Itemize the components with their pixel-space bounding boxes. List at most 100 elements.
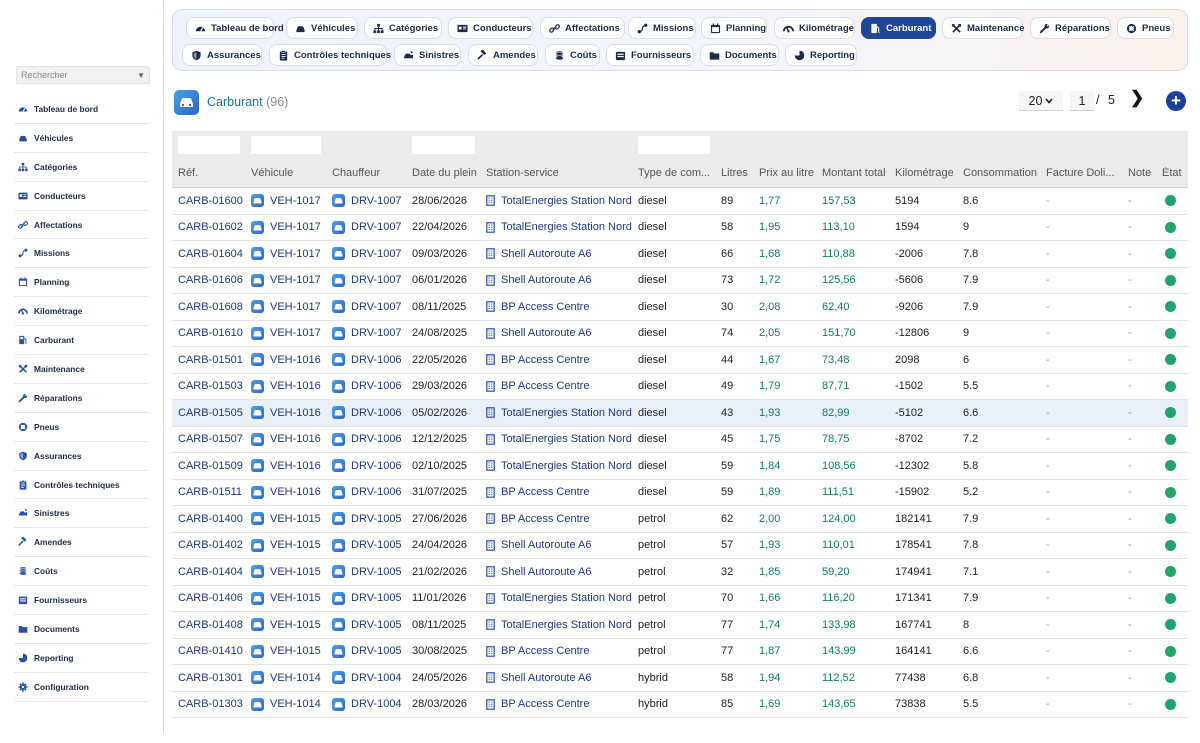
vehicle-link[interactable]: VEH-1016 [251, 485, 326, 499]
fuel-ref-link[interactable]: CARB-01600 [178, 195, 243, 207]
sidebar-item-warehouse[interactable]: Fournisseurs [14, 586, 148, 616]
station-link[interactable]: BP Access Centre [486, 513, 632, 525]
station-link[interactable]: Shell Autoroute A6 [486, 672, 632, 684]
tab-route[interactable]: Missions [628, 17, 696, 39]
table-row[interactable]: CARB-01604 VEH-1017 DRV-1007 09/03/2026 Shel… [172, 241, 1188, 268]
tab-clipboard[interactable]: Contrôles techniques [269, 44, 391, 66]
sidebar-item-gauge[interactable]: Kilométrage [14, 297, 148, 327]
table-row[interactable]: CARB-01600 VEH-1017 DRV-1007 28/06/2026 Tota… [172, 188, 1188, 215]
sidebar-item-clipboard[interactable]: Contrôles techniques [14, 471, 148, 500]
station-link[interactable]: TotalEnergies Station Nord [486, 460, 632, 472]
column-header-total[interactable]: Montant total [816, 167, 889, 179]
fuel-ref-link[interactable]: CARB-01301 [178, 672, 243, 684]
tab-tools[interactable]: Maintenance [942, 17, 1025, 39]
station-link[interactable]: BP Access Centre [486, 645, 632, 657]
fuel-ref-link[interactable]: CARB-01610 [178, 327, 243, 339]
fuel-ref-link[interactable]: CARB-01606 [178, 274, 243, 286]
sidebar-item-chart-pie[interactable]: Reporting [14, 644, 148, 673]
column-header-invoice[interactable]: Facture Doli... [1040, 167, 1122, 179]
tab-coins[interactable]: Coûts [545, 44, 600, 66]
station-link[interactable]: TotalEnergies Station Nord [486, 619, 632, 631]
tab-car-crash[interactable]: Sinistres [394, 44, 461, 66]
station-link[interactable]: TotalEnergies Station Nord [486, 592, 632, 604]
vehicle-link[interactable]: VEH-1016 [251, 459, 326, 473]
sidebar-item-gavel[interactable]: Amendes [14, 528, 148, 558]
tab-gavel[interactable]: Amendes [468, 44, 538, 66]
vehicle-link[interactable]: VEH-1015 [251, 512, 326, 526]
add-record-button[interactable]: + [1166, 91, 1186, 111]
station-link[interactable]: BP Access Centre [486, 486, 632, 498]
driver-link[interactable]: DRV-1006 [332, 379, 406, 393]
column-header-price[interactable]: Prix au litre [753, 167, 816, 179]
driver-link[interactable]: DRV-1005 [332, 512, 406, 526]
current-page-input[interactable]: 1 [1070, 91, 1094, 111]
sidebar-item-sitemap[interactable]: Catégories [14, 153, 148, 182]
vehicle-link[interactable]: VEH-1014 [251, 697, 326, 711]
vehicle-link[interactable]: VEH-1017 [251, 273, 326, 287]
tab-shield[interactable]: Assurances [182, 44, 262, 66]
sidebar-item-folder[interactable]: Documents [14, 615, 148, 644]
filter-ref-input[interactable] [178, 136, 240, 154]
driver-link[interactable]: DRV-1007 [332, 326, 406, 340]
driver-link[interactable]: DRV-1005 [332, 591, 406, 605]
fuel-ref-link[interactable]: CARB-01507 [178, 433, 243, 445]
vehicle-link[interactable]: VEH-1016 [251, 353, 326, 367]
station-link[interactable]: TotalEnergies Station Nord [486, 433, 632, 445]
station-link[interactable]: BP Access Centre [486, 301, 632, 313]
station-link[interactable]: BP Access Centre [486, 698, 632, 710]
fuel-ref-link[interactable]: CARB-01604 [178, 248, 243, 260]
vehicle-link[interactable]: VEH-1015 [251, 591, 326, 605]
sidebar-item-car-crash[interactable]: Sinistres [14, 499, 148, 529]
page-size-select[interactable]: 20 [1019, 91, 1063, 111]
driver-link[interactable]: DRV-1004 [332, 697, 406, 711]
station-link[interactable]: TotalEnergies Station Nord [486, 221, 632, 233]
column-header-driver[interactable]: Chauffeur [326, 167, 406, 179]
column-header-km[interactable]: Kilométrage [889, 167, 957, 179]
sidebar-item-calendar[interactable]: Planning [14, 268, 148, 298]
column-header-station[interactable]: Station-service [480, 167, 632, 179]
table-row[interactable]: CARB-01303 VEH-1014 DRV-1004 28/03/2026 BP A… [172, 692, 1188, 718]
fuel-ref-link[interactable]: CARB-01410 [178, 645, 243, 657]
next-page-button[interactable]: ❯ [1130, 89, 1144, 108]
tab-folder[interactable]: Documents [700, 44, 779, 66]
fuel-ref-link[interactable]: CARB-01505 [178, 407, 243, 419]
driver-link[interactable]: DRV-1005 [332, 538, 406, 552]
vehicle-link[interactable]: VEH-1016 [251, 406, 326, 420]
column-header-liters[interactable]: Litres [715, 167, 753, 179]
vehicle-link[interactable]: VEH-1017 [251, 194, 326, 208]
fuel-ref-link[interactable]: CARB-01402 [178, 539, 243, 551]
vehicle-link[interactable]: VEH-1016 [251, 379, 326, 393]
sidebar-item-car[interactable]: Véhicules [14, 124, 148, 153]
fuel-ref-link[interactable]: CARB-01303 [178, 698, 243, 710]
vehicle-link[interactable]: VEH-1015 [251, 565, 326, 579]
tab-calendar[interactable]: Planning [701, 17, 767, 39]
station-link[interactable]: Shell Autoroute A6 [486, 274, 632, 286]
tab-car[interactable]: Véhicules [286, 17, 358, 39]
table-row[interactable]: CARB-01408 VEH-1015 DRV-1005 08/11/2025 Tota… [172, 612, 1188, 639]
driver-link[interactable]: DRV-1007 [332, 220, 406, 234]
tab-chart-pie[interactable]: Reporting [785, 44, 857, 66]
vehicle-link[interactable]: VEH-1017 [251, 300, 326, 314]
station-link[interactable]: TotalEnergies Station Nord [486, 195, 632, 207]
driver-link[interactable]: DRV-1006 [332, 353, 406, 367]
driver-link[interactable]: DRV-1006 [332, 406, 406, 420]
driver-link[interactable]: DRV-1004 [332, 671, 406, 685]
driver-link[interactable]: DRV-1006 [332, 459, 406, 473]
table-row[interactable]: CARB-01301 VEH-1014 DRV-1004 24/05/2026 Shel… [172, 665, 1188, 692]
table-row[interactable]: CARB-01509 VEH-1016 DRV-1006 02/10/2025 Tota… [172, 453, 1188, 480]
column-header-fuel-type[interactable]: Type de com... [632, 167, 715, 179]
tab-id-card[interactable]: Conducteurs [448, 17, 533, 39]
sidebar-item-id-card[interactable]: Conducteurs [14, 182, 148, 211]
sidebar-item-tire[interactable]: Pneus [14, 413, 148, 442]
table-row[interactable]: CARB-01404 VEH-1015 DRV-1005 21/02/2026 Shel… [172, 559, 1188, 586]
fuel-ref-link[interactable]: CARB-01408 [178, 619, 243, 631]
tab-tire[interactable]: Pneus [1117, 17, 1174, 39]
sidebar-item-route[interactable]: Missions [14, 239, 148, 269]
sidebar-item-dashboard[interactable]: Tableau de bord [14, 95, 148, 124]
sidebar-item-tools[interactable]: Maintenance [14, 355, 148, 384]
station-link[interactable]: BP Access Centre [486, 380, 632, 392]
tab-dashboard[interactable]: Tableau de bord [186, 17, 284, 39]
tab-sitemap[interactable]: Catégories [364, 17, 442, 39]
column-header-consumption[interactable]: Consommation [957, 167, 1040, 179]
column-header-note[interactable]: Note [1122, 167, 1156, 179]
